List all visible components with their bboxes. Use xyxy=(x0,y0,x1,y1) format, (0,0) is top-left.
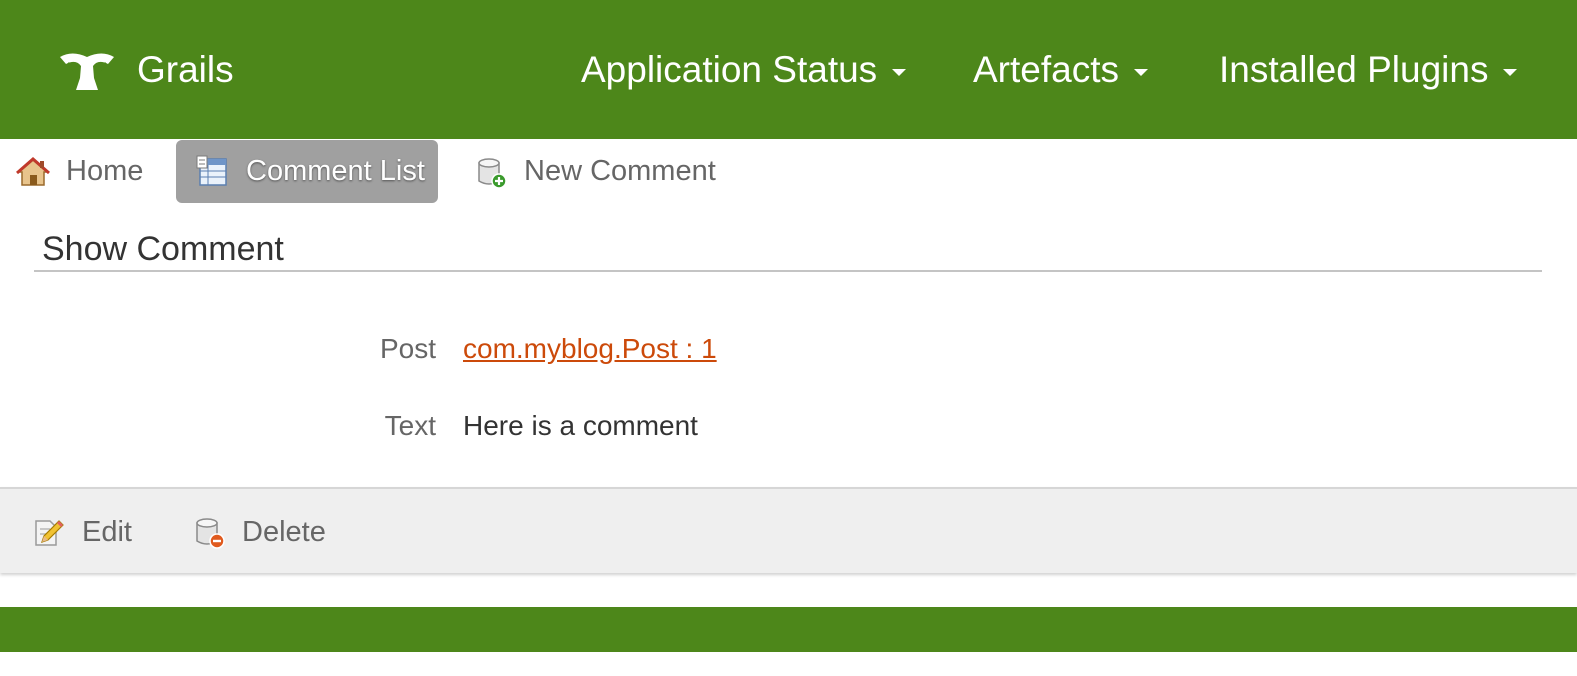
chevron-down-icon xyxy=(892,68,907,76)
artefacts-menu[interactable]: Artefacts xyxy=(973,46,1148,94)
sub-navigation: Home Comment List New Comment xyxy=(0,139,1577,207)
database-add-icon xyxy=(478,157,507,189)
home-label: Home xyxy=(66,155,144,187)
home-icon xyxy=(16,156,50,186)
footer-bar xyxy=(0,607,1577,652)
comment-list-label: Comment List xyxy=(246,155,425,187)
chevron-down-icon xyxy=(1134,68,1148,76)
page-title: Show Comment xyxy=(42,230,284,268)
home-link[interactable]: Home xyxy=(16,140,143,203)
application-status-label: Application Status xyxy=(581,49,878,90)
artefacts-label: Artefacts xyxy=(973,49,1119,90)
application-status-menu[interactable]: Application Status xyxy=(581,46,907,94)
post-property-label: Post xyxy=(379,333,436,364)
delete-label: Delete xyxy=(242,515,326,548)
pencil-edit-icon xyxy=(35,520,64,546)
top-header: Grails Application Status Artefacts Inst… xyxy=(0,0,1577,139)
new-comment-label: New Comment xyxy=(524,155,716,187)
grails-cup-icon xyxy=(60,53,114,90)
page-title-row: Show Comment xyxy=(34,226,1542,272)
edit-label: Edit xyxy=(82,515,132,548)
brand-link[interactable]: Grails xyxy=(58,46,234,94)
text-property-label: Text xyxy=(384,410,436,441)
comment-list-link[interactable]: Comment List xyxy=(176,140,438,203)
database-delete-icon xyxy=(196,518,225,549)
list-icon xyxy=(196,155,227,186)
delete-button[interactable]: Delete xyxy=(192,513,326,551)
brand-name: Grails xyxy=(137,49,234,90)
edit-button[interactable]: Edit xyxy=(32,513,132,551)
installed-plugins-label: Installed Plugins xyxy=(1219,49,1489,90)
installed-plugins-menu[interactable]: Installed Plugins xyxy=(1219,46,1518,94)
chevron-down-icon xyxy=(1503,68,1518,76)
post-property-link[interactable]: com.myblog.Post : 1 xyxy=(463,333,717,365)
new-comment-link[interactable]: New Comment xyxy=(474,140,716,203)
text-property-value: Here is a comment xyxy=(463,410,698,441)
button-bar: Edit Delete xyxy=(0,487,1577,573)
